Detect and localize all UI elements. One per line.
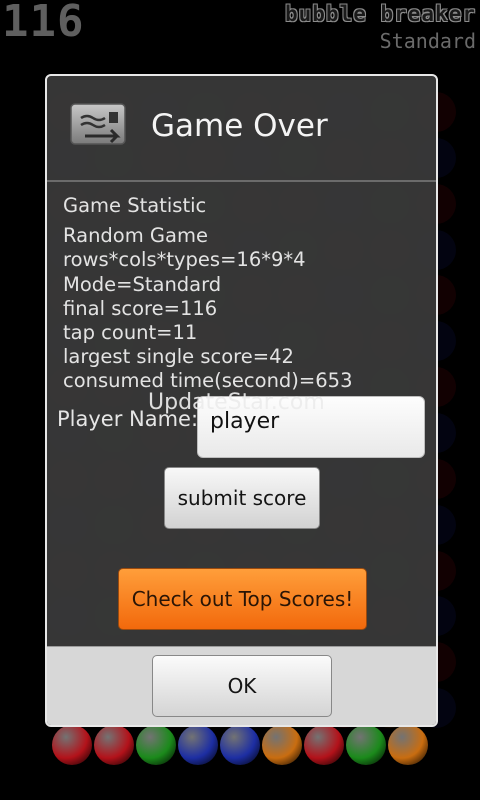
player-name-input[interactable]: player xyxy=(197,396,425,458)
bubble[interactable] xyxy=(388,725,428,765)
bubble[interactable] xyxy=(220,725,260,765)
stat-final-score: final score=116 xyxy=(63,296,218,320)
email-card-icon xyxy=(69,102,129,154)
bubble[interactable] xyxy=(304,725,344,765)
stat-game-type: Random Game xyxy=(63,224,208,248)
top-scores-button[interactable]: Check out Top Scores! xyxy=(118,568,367,630)
stats-heading: Game Statistic xyxy=(63,194,207,217)
dialog-title: Game Over xyxy=(151,108,328,144)
bubble[interactable] xyxy=(178,725,218,765)
app-logo-text: bubble breaker xyxy=(284,2,476,26)
bubble-row xyxy=(52,725,432,765)
stat-grid: rows*cols*types=16*9*4 xyxy=(63,248,306,272)
submit-score-button[interactable]: submit score xyxy=(164,467,320,529)
bubble[interactable] xyxy=(52,725,92,765)
stat-largest-score: largest single score=42 xyxy=(63,345,294,369)
game-statistics: Game Statistic Random Game rows*cols*typ… xyxy=(63,194,423,394)
score-display: 116 xyxy=(2,0,85,47)
bubble[interactable] xyxy=(262,725,302,765)
dialog-footer: OK xyxy=(47,646,436,725)
ok-button[interactable]: OK xyxy=(152,655,332,717)
mode-label: Standard xyxy=(379,29,476,53)
game-over-dialog: Game Over Game Statistic Random Game row… xyxy=(45,74,438,727)
bubble[interactable] xyxy=(136,725,176,765)
bubble[interactable] xyxy=(346,725,386,765)
dialog-header: Game Over xyxy=(47,76,436,182)
stat-mode: Mode=Standard xyxy=(63,272,222,296)
stat-consumed-time: consumed time(second)=653 xyxy=(63,369,353,393)
bubble[interactable] xyxy=(94,725,134,765)
stat-tap-count: tap count=11 xyxy=(63,321,198,345)
player-name-label: Player Name: xyxy=(57,407,199,431)
